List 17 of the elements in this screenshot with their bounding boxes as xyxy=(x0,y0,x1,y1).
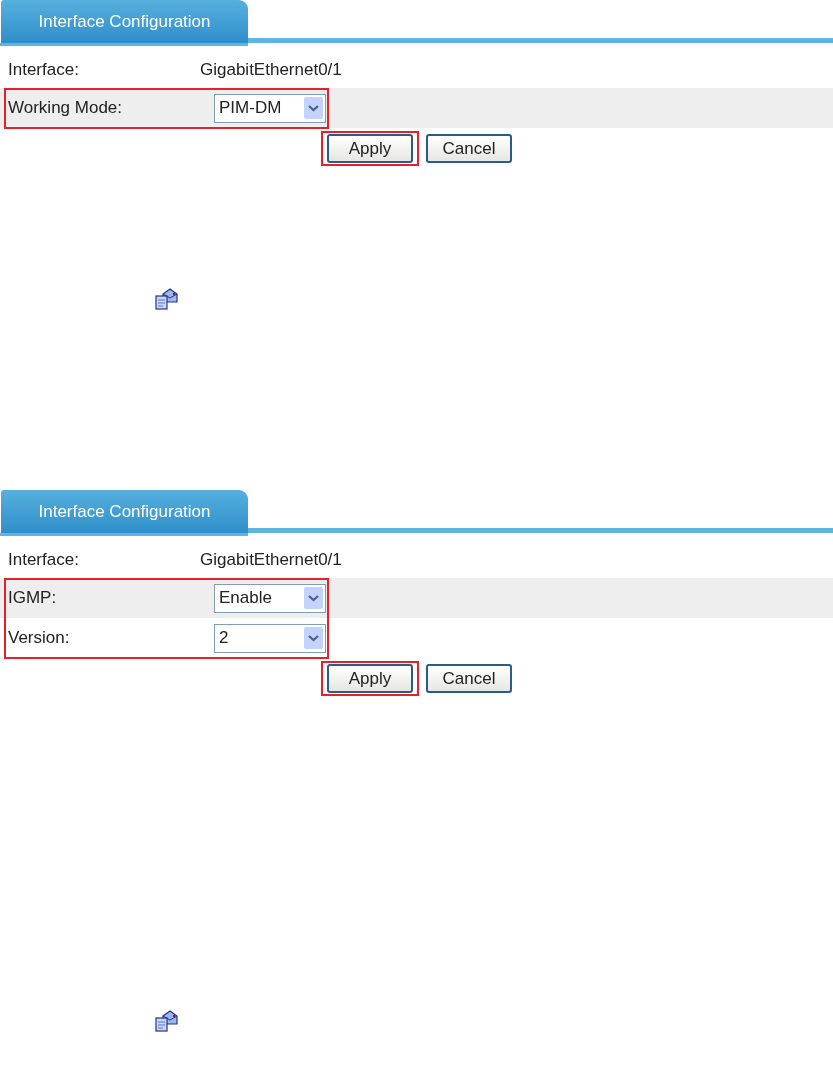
field-value: GigabitEthernet0/1 xyxy=(200,549,342,572)
field-label: Version: xyxy=(8,627,71,650)
action-button[interactable]: Apply xyxy=(321,661,419,696)
action-button[interactable]: Apply xyxy=(321,131,419,166)
field-label: IGMP: xyxy=(8,587,58,610)
chevron-down-icon xyxy=(304,627,323,649)
field-label: Working Mode: xyxy=(8,97,123,120)
chevron-down-icon xyxy=(304,587,323,609)
dropdown[interactable]: PIM-DM xyxy=(214,93,326,123)
field-value: GigabitEthernet0/1 xyxy=(200,59,342,82)
envelope-document-icon xyxy=(155,1010,179,1032)
dropdown[interactable]: 2 xyxy=(214,623,326,653)
dropdown[interactable]: Enable xyxy=(214,583,326,613)
envelope-document-icon xyxy=(155,288,179,310)
field-label: Interface: xyxy=(8,59,80,82)
chevron-down-icon xyxy=(304,97,323,119)
field-label: Interface: xyxy=(8,549,80,572)
